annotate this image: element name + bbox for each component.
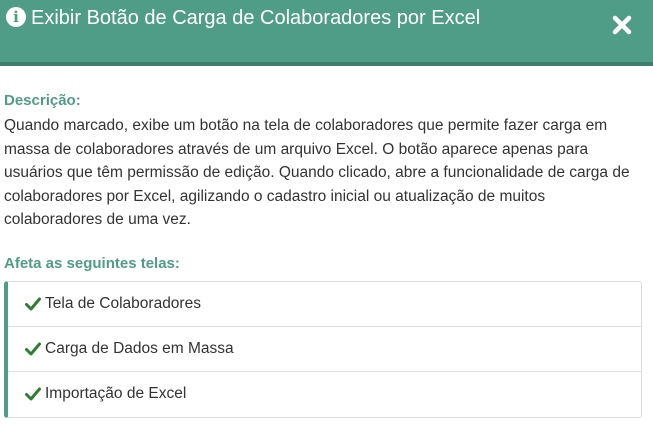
list-item-label: Importação de Excel <box>45 385 187 402</box>
affected-screens-heading: Afeta as seguintes telas: <box>4 254 180 272</box>
modal-title: Exibir Botão de Carga de Colaboradores p… <box>31 7 481 29</box>
description-text: Quando marcado, exibe um botão na tela d… <box>4 117 630 228</box>
feature-info-modal: i Exibir Botão de Carga de Colaboradores… <box>0 0 653 438</box>
modal-header: i Exibir Botão de Carga de Colaboradores… <box>0 0 653 66</box>
close-icon[interactable] <box>611 14 633 36</box>
check-icon <box>25 342 41 356</box>
check-icon <box>25 387 41 401</box>
list-item: Importação de Excel <box>8 372 641 417</box>
list-item: Carga de Dados em Massa <box>8 327 641 372</box>
check-icon <box>25 297 41 311</box>
modal-body: Descrição: Quando marcado, exibe um botã… <box>0 66 653 418</box>
list-item: Tela de Colaboradores <box>8 282 641 327</box>
info-circle-icon: i <box>6 7 26 27</box>
affected-screens-list: Tela de Colaboradores Carga de Dados em … <box>4 280 642 418</box>
list-item-label: Carga de Dados em Massa <box>45 339 234 357</box>
list-item-label: Tela de Colaboradores <box>45 294 201 312</box>
description-heading: Descrição: <box>4 92 81 109</box>
